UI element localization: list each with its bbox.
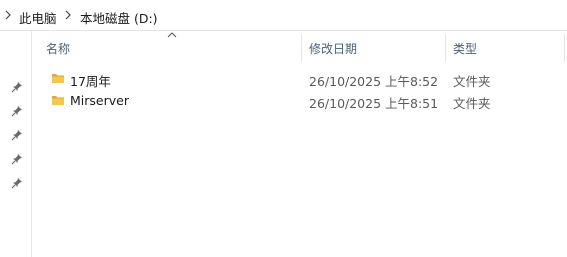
- pin-icon[interactable]: [11, 177, 23, 189]
- file-name[interactable]: 17周年: [70, 71, 111, 90]
- column-divider[interactable]: [445, 34, 446, 62]
- file-row[interactable]: 17周年 26/10/2025 上午8:52 文件夹: [31, 68, 567, 90]
- column-divider[interactable]: [564, 34, 565, 62]
- chevron-right-icon[interactable]: [64, 9, 72, 21]
- breadcrumb-drive-d[interactable]: 本地磁盘 (D:): [80, 8, 158, 27]
- file-row[interactable]: Mirserver 26/10/2025 上午8:51 文件夹: [31, 90, 567, 112]
- pin-icon[interactable]: [11, 81, 23, 93]
- address-bar[interactable]: 此电脑 本地磁盘 (D:): [0, 0, 567, 31]
- folder-icon: [52, 96, 64, 105]
- sort-up-icon: [167, 32, 177, 38]
- column-header-row: 名称 修改日期 类型: [31, 31, 567, 65]
- folder-icon: [52, 74, 64, 83]
- file-modified: 26/10/2025 上午8:52: [309, 74, 439, 89]
- navigation-pane: [0, 31, 32, 257]
- column-header-name[interactable]: 名称: [46, 40, 70, 57]
- file-name[interactable]: Mirserver: [70, 93, 129, 108]
- pin-icon[interactable]: [11, 129, 23, 141]
- breadcrumb-this-pc[interactable]: 此电脑: [19, 8, 57, 27]
- column-header-type[interactable]: 类型: [453, 40, 477, 57]
- chevron-right-icon[interactable]: [4, 9, 12, 21]
- column-divider[interactable]: [301, 34, 302, 62]
- pin-icon[interactable]: [11, 105, 23, 117]
- file-type: 文件夹: [453, 96, 491, 111]
- file-modified: 26/10/2025 上午8:51: [309, 96, 439, 111]
- breadcrumb: 此电脑 本地磁盘 (D:): [0, 2, 559, 28]
- column-header-modified[interactable]: 修改日期: [309, 40, 357, 57]
- pin-icon[interactable]: [11, 153, 23, 165]
- file-type: 文件夹: [453, 74, 491, 89]
